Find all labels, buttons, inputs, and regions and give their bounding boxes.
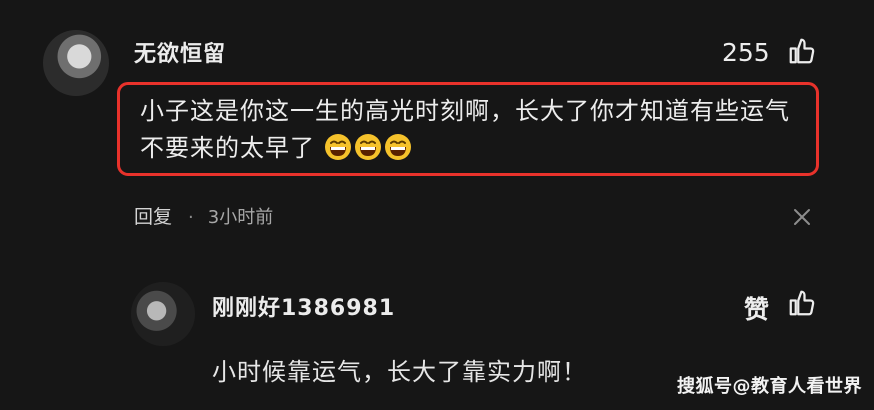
reply-username[interactable]: 刚刚好1386981 <box>212 290 395 322</box>
comment-text: 小子这是你这一生的高光时刻啊，长大了你才知道有些运气不要来的太早了 <box>140 97 790 162</box>
like-count: 255 <box>722 38 770 67</box>
reply-avatar[interactable] <box>131 282 195 346</box>
watermark: 搜狐号@教育人看世界 <box>677 376 862 397</box>
comment-highlight-box: 小子这是你这一生的高光时刻啊，长大了你才知道有些运气不要来的太早了 <box>117 82 819 176</box>
comment-time: 3小时前 <box>207 207 274 228</box>
close-icon[interactable] <box>793 208 811 226</box>
reply-like-label[interactable]: 赞 <box>744 290 769 326</box>
thumbs-up-icon[interactable] <box>787 288 817 318</box>
grinning-face-icon <box>384 134 411 160</box>
thumbs-up-icon[interactable] <box>787 36 817 66</box>
reply-button[interactable]: 回复 <box>134 206 172 228</box>
meta-separator: · <box>188 207 194 228</box>
grinning-face-icon <box>354 134 381 160</box>
comment-meta: 回复 · 3小时前 <box>134 202 273 229</box>
grinning-face-icon <box>324 134 351 160</box>
reply-text: 小时候靠运气，长大了靠实力啊！ <box>212 358 587 386</box>
avatar[interactable] <box>43 30 109 96</box>
comment-username[interactable]: 无欲恒留 <box>134 36 226 68</box>
comment-body: 小子这是你这一生的高光时刻啊，长大了你才知道有些运气不要来的太早了 <box>140 93 810 167</box>
